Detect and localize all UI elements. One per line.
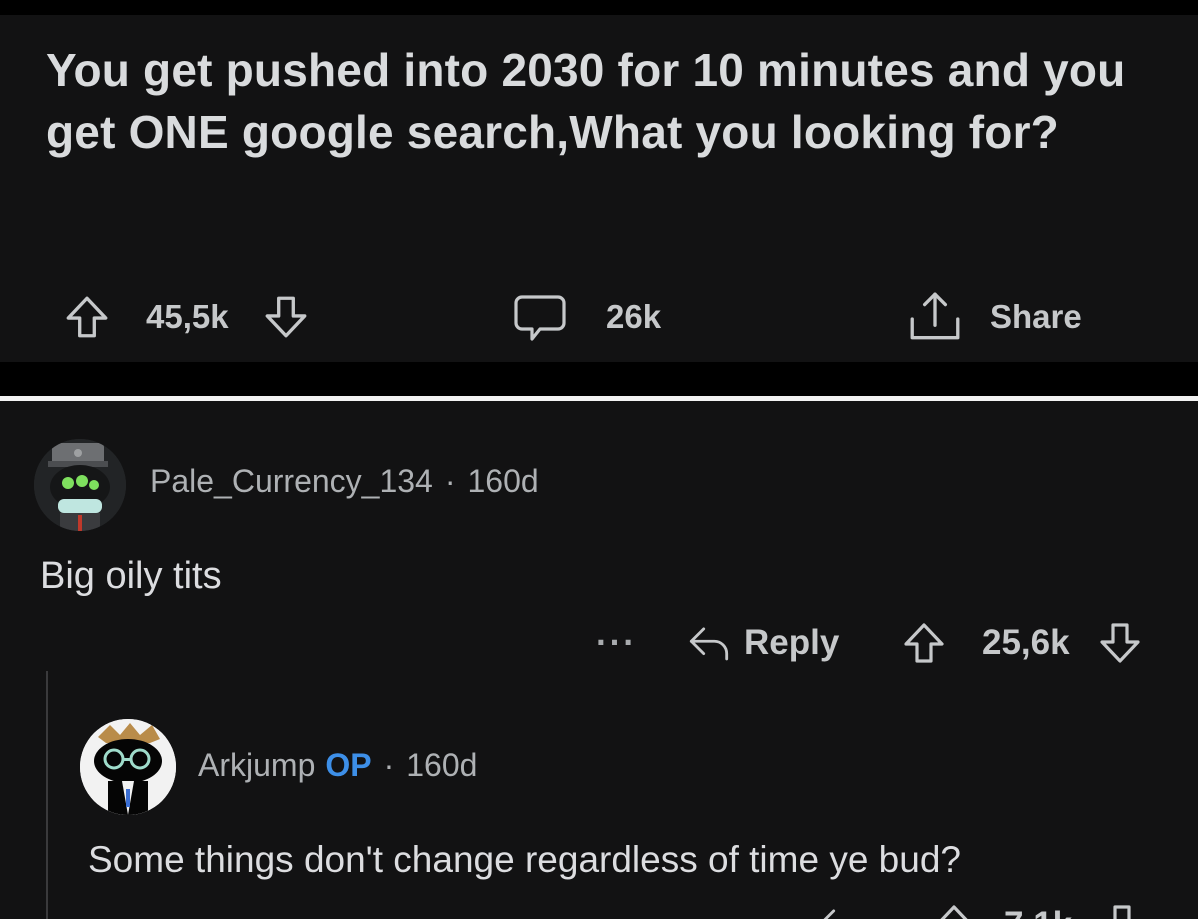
share-label: Share: [990, 298, 1082, 335]
post-card: You get pushed into 2030 for 10 minutes …: [0, 15, 1198, 362]
downvote-icon[interactable]: [261, 292, 311, 342]
comment-actions: ···: [596, 613, 637, 673]
avatar-arkjump[interactable]: [80, 719, 176, 815]
downvote-icon[interactable]: [1098, 901, 1146, 919]
op-badge: OP: [325, 746, 372, 783]
more-options-icon[interactable]: ···: [596, 623, 637, 663]
comments-button[interactable]: 26k: [512, 287, 661, 347]
comment-vote-count: 7,1k: [1004, 905, 1072, 919]
post-title: You get pushed into 2030 for 10 minutes …: [46, 44, 1126, 158]
comment-meta: Pale_Currency_134 · 160d: [150, 459, 539, 503]
post-vote-count: 45,5k: [146, 298, 229, 335]
meta-separator: ·: [383, 746, 395, 783]
snoo-avatar-icon: [34, 439, 126, 531]
share-icon: [906, 290, 964, 344]
comment-count: 26k: [606, 298, 662, 335]
comment-vote-bar: 7,1k: [930, 895, 1146, 919]
comment-vote-bar: 25,6k: [900, 613, 1144, 673]
meta-separator: ·: [444, 462, 456, 499]
comment-vote-count: 25,6k: [982, 623, 1070, 662]
comment-body: Big oily tits: [40, 555, 222, 597]
upvote-icon[interactable]: [930, 901, 978, 919]
reply-button[interactable]: Reply: [686, 613, 839, 673]
comment-age: 160d: [406, 746, 478, 783]
comment-body: Some things don't change regardless of t…: [88, 839, 961, 880]
comment-bubble-icon: [512, 291, 568, 343]
reply-arrow-icon: [686, 623, 732, 663]
post-vote-bar: 45,5k: [62, 287, 311, 347]
comments-section: Pale_Currency_134 · 160d Big oily tits ·…: [0, 401, 1198, 919]
comment-meta: Arkjump OP · 160d: [198, 743, 477, 787]
reply-label: Reply: [744, 623, 840, 662]
comment-author[interactable]: Arkjump: [198, 747, 315, 784]
comment-author[interactable]: Pale_Currency_134: [150, 463, 433, 500]
comment-age: 160d: [467, 462, 539, 499]
downvote-icon[interactable]: [1096, 619, 1144, 667]
upvote-icon[interactable]: [62, 292, 112, 342]
upvote-icon[interactable]: [900, 619, 948, 667]
snoo-avatar-icon: [80, 719, 176, 815]
thread-line: [46, 671, 48, 919]
share-button[interactable]: Share: [906, 287, 1082, 347]
avatar-pale-currency[interactable]: [34, 439, 126, 531]
reply-button[interactable]: [816, 895, 862, 919]
reply-arrow-icon: [816, 905, 862, 919]
